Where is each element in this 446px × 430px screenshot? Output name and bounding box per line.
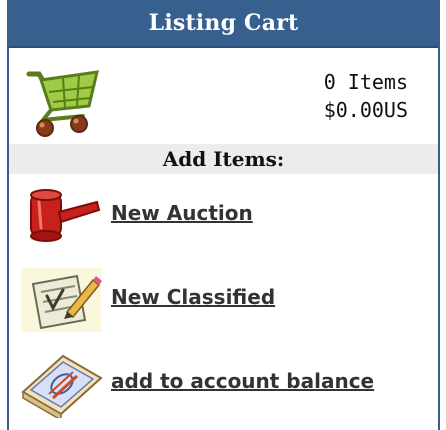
panel-header: Listing Cart	[9, 0, 438, 48]
auction-gavel-icon	[30, 189, 101, 242]
cart-totals: 0 Items $0.00US	[324, 68, 408, 124]
add-balance-row: add to account balance	[9, 342, 438, 426]
add-items-heading-bar: Add Items:	[9, 144, 438, 174]
panel-title: Listing Cart	[148, 10, 299, 36]
new-auction-link[interactable]: New Auction	[111, 201, 253, 225]
shopping-cart-icon	[26, 70, 99, 137]
listing-cart-panel: Listing Cart 0 Items $0.00US Add Items:	[7, 0, 440, 430]
cart-total-amount: $0.00US	[323, 98, 408, 122]
new-classified-row: New Classified	[9, 258, 438, 342]
new-auction-row: New Auction	[9, 174, 438, 258]
money-stack-icon	[21, 354, 103, 418]
cart-item-count: 0 Items	[323, 70, 408, 94]
classified-note-icon	[21, 268, 102, 332]
add-to-account-balance-link[interactable]: add to account balance	[111, 369, 374, 393]
new-classified-link[interactable]: New Classified	[111, 285, 275, 309]
add-items-heading: Add Items:	[162, 147, 285, 171]
cart-summary-row: 0 Items $0.00US	[9, 48, 438, 144]
